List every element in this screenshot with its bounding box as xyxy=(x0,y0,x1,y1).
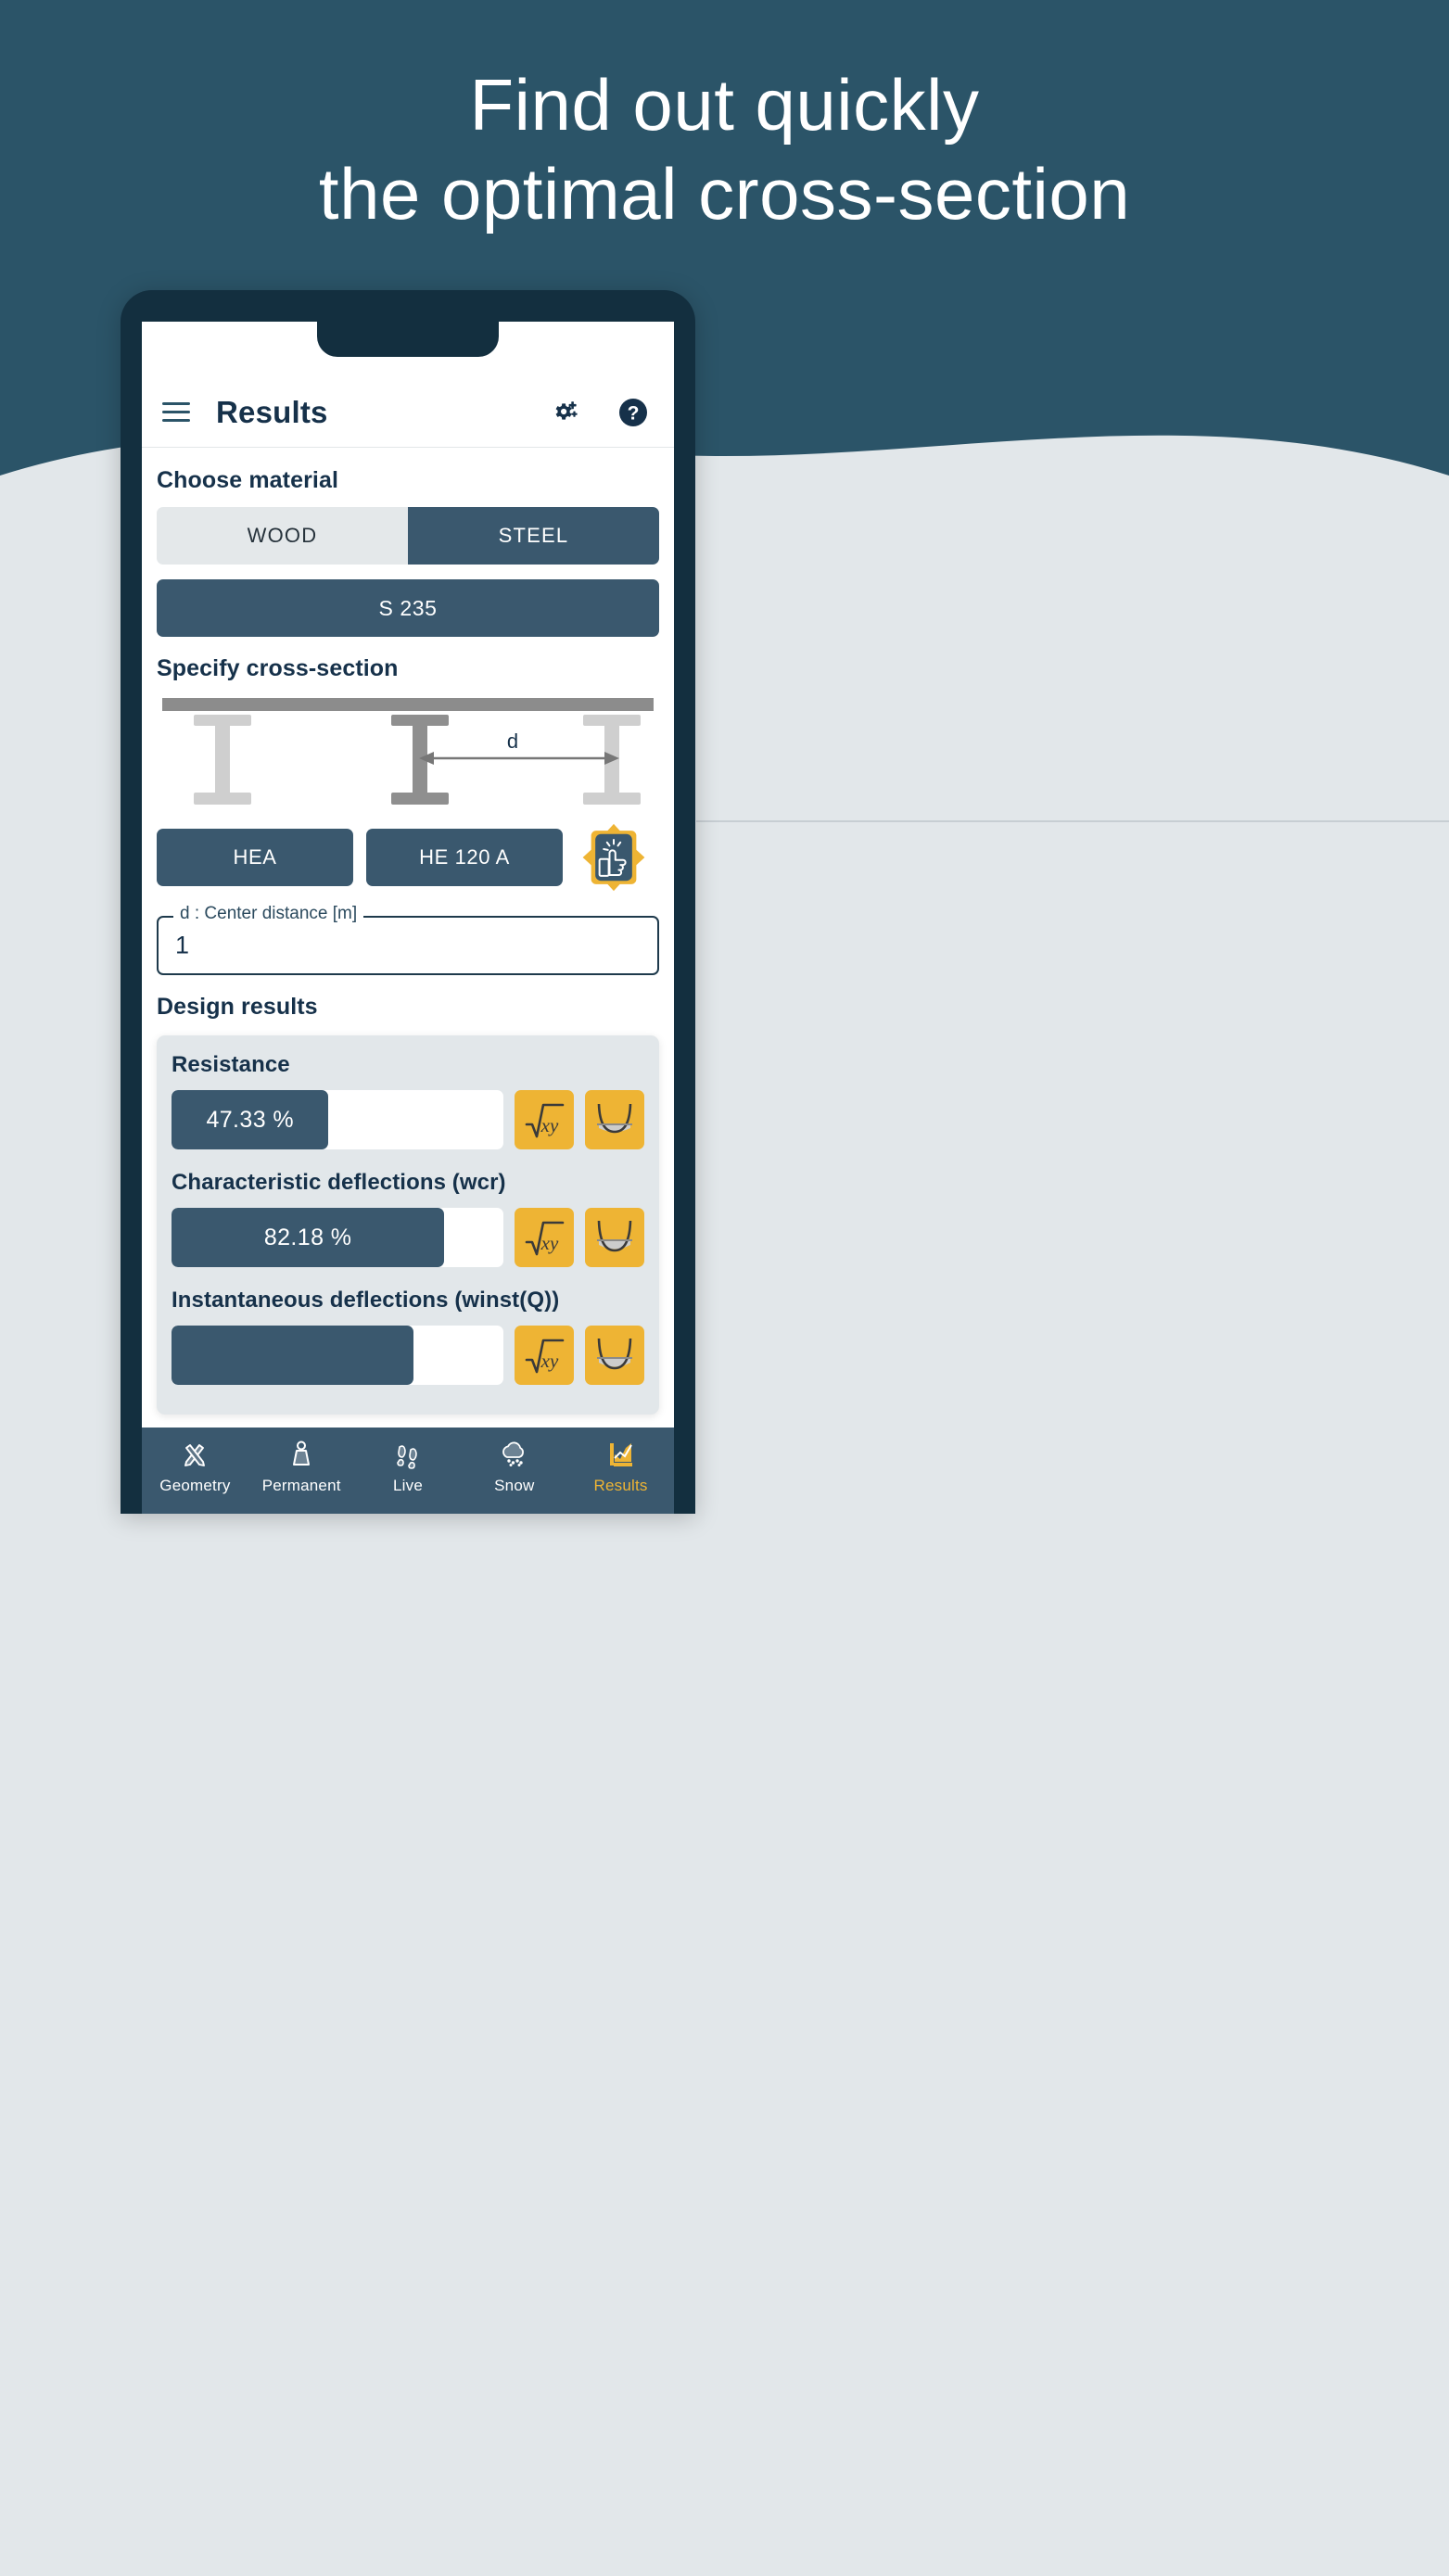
nav-label-permanent: Permanent xyxy=(261,1477,341,1494)
svg-text:xy: xy xyxy=(540,1232,559,1254)
svg-text:xy: xy xyxy=(540,1114,559,1136)
deflection-curve-icon[interactable] xyxy=(585,1326,644,1385)
result-meter-instantaneous xyxy=(172,1326,503,1385)
meter-fill: 47.33 % xyxy=(172,1090,329,1149)
result-label-resistance: Resistance xyxy=(172,1052,290,1077)
phone-notch xyxy=(317,322,499,357)
nav-item-geometry[interactable]: Geometry xyxy=(142,1438,248,1495)
sqrt-xy-icon[interactable]: xy xyxy=(515,1090,574,1149)
field-outline xyxy=(157,916,659,975)
phone-screen: Results ? Choose material WOOD STEEL S 2… xyxy=(142,322,674,1514)
dimension-label-d: d xyxy=(507,730,518,753)
center-distance-label: d : Center distance [m] xyxy=(173,904,364,924)
sqrt-xy-icon[interactable]: xy xyxy=(515,1326,574,1385)
nav-label-results: Results xyxy=(593,1477,648,1494)
thumbs-up-badge-icon[interactable] xyxy=(579,823,648,892)
material-option-steel[interactable]: STEEL xyxy=(408,507,659,565)
design-results-card: Resistance 47.33 % xy Characteristic def… xyxy=(157,1035,659,1415)
specify-cross-section-title: Specify cross-section xyxy=(157,655,399,681)
meter-fill xyxy=(172,1326,414,1385)
material-option-wood[interactable]: WOOD xyxy=(157,507,408,565)
nav-item-results[interactable]: Results xyxy=(567,1438,674,1495)
center-distance-field[interactable]: d : Center distance [m] 1 xyxy=(157,904,659,975)
nav-label-snow: Snow xyxy=(494,1477,535,1494)
promo-screenshot: Find out quickly the optimal cross-secti… xyxy=(0,0,1449,2576)
result-row-characteristic-deflections: 82.18 % xy xyxy=(172,1208,644,1267)
profile-family-button[interactable]: HEA xyxy=(157,829,353,886)
page-title: Results xyxy=(216,394,328,429)
svg-text:?: ? xyxy=(628,402,640,424)
result-label-instantaneous-deflections: Instantaneous deflections (winst(Q)) xyxy=(172,1288,560,1313)
nav-item-permanent[interactable]: Permanent xyxy=(248,1438,355,1495)
help-circle-icon[interactable]: ? xyxy=(615,394,652,431)
sqrt-xy-icon[interactable]: xy xyxy=(515,1208,574,1267)
result-row-instantaneous-deflections: xy xyxy=(172,1326,644,1385)
app-bar-actions: ? xyxy=(546,394,652,431)
deflection-curve-icon[interactable] xyxy=(585,1090,644,1149)
result-row-resistance: 47.33 % xy xyxy=(172,1090,644,1149)
svg-text:xy: xy xyxy=(540,1350,559,1372)
choose-material-title: Choose material xyxy=(157,467,339,493)
result-value-characteristic: 82.18 % xyxy=(263,1224,352,1250)
result-meter-resistance: 47.33 % xyxy=(172,1090,503,1149)
result-label-characteristic-deflections: Characteristic deflections (wcr) xyxy=(172,1170,506,1195)
profile-size-button[interactable]: HE 120 A xyxy=(366,829,563,886)
hamburger-menu-icon[interactable] xyxy=(162,401,190,423)
result-meter-characteristic: 82.18 % xyxy=(172,1208,503,1267)
promo-heading: Find out quickly the optimal cross-secti… xyxy=(0,68,1449,235)
meter-fill: 82.18 % xyxy=(172,1208,445,1267)
weight-icon xyxy=(286,1438,316,1471)
center-distance-value[interactable]: 1 xyxy=(175,932,189,960)
promo-line-1: Find out quickly xyxy=(469,64,980,146)
material-segmented-control[interactable]: WOOD STEEL xyxy=(157,507,659,565)
phone-mockup: Results ? Choose material WOOD STEEL S 2… xyxy=(121,290,695,1514)
result-value-resistance: 47.33 % xyxy=(206,1106,294,1133)
nav-item-snow[interactable]: Snow xyxy=(461,1438,567,1495)
screen-content[interactable]: Choose material WOOD STEEL S 235 Specify… xyxy=(142,449,674,1428)
ruler-pencil-icon xyxy=(180,1438,210,1471)
promo-line-2: the optimal cross-section xyxy=(318,152,1131,235)
cross-section-diagram: d xyxy=(157,695,659,814)
design-results-title: Design results xyxy=(157,994,318,1020)
steel-grade-button[interactable]: S 235 xyxy=(157,579,659,637)
chart-results-icon xyxy=(606,1438,636,1471)
profile-selection-row: HEA HE 120 A xyxy=(157,823,659,892)
bottom-navigation: Geometry Permanent Live Snow Results xyxy=(142,1428,674,1514)
app-bar: Results ? xyxy=(142,377,674,448)
nav-item-live[interactable]: Live xyxy=(355,1438,462,1495)
nav-label-live: Live xyxy=(392,1477,423,1494)
nav-label-geometry: Geometry xyxy=(159,1477,231,1494)
gear-plus-icon[interactable] xyxy=(546,394,583,431)
snow-cloud-icon xyxy=(499,1438,530,1471)
deflection-curve-icon[interactable] xyxy=(585,1208,644,1267)
footprints-icon xyxy=(393,1438,423,1471)
